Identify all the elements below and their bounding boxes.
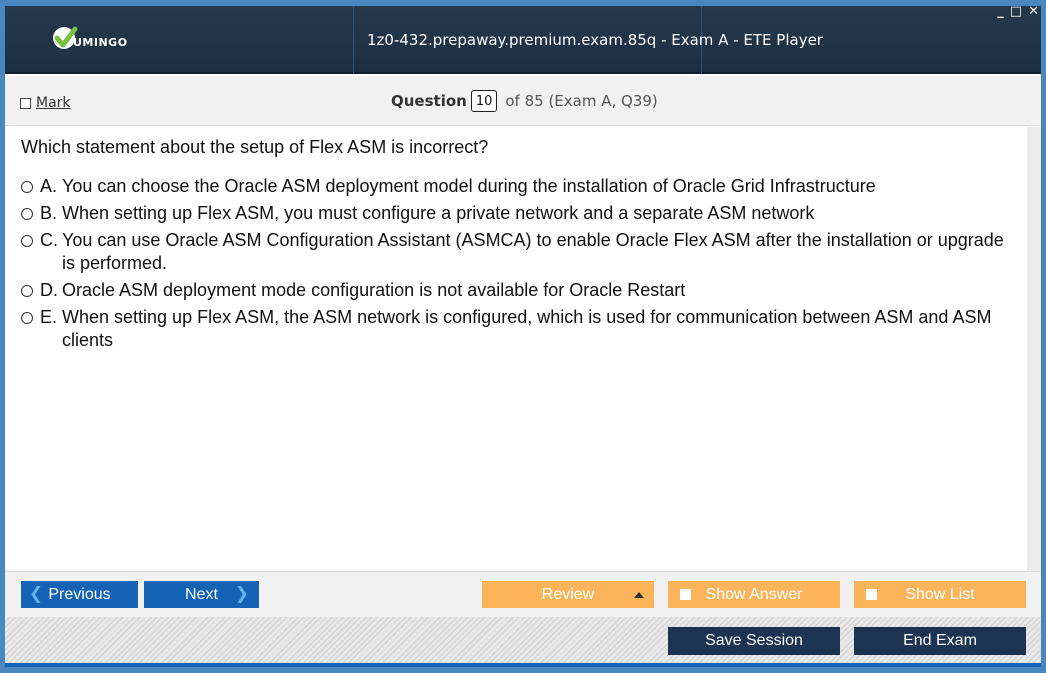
window-controls: _ □ ✕	[997, 6, 1039, 19]
answer-option-c[interactable]: C. You can use Oracle ASM Configuration …	[21, 229, 1011, 275]
minimize-icon[interactable]: _	[997, 6, 1004, 19]
option-letter: C.	[40, 230, 58, 250]
previous-label: Previous	[48, 585, 111, 603]
answer-option-d[interactable]: D. Oracle ASM deployment mode configurat…	[21, 279, 1011, 302]
answer-options: A. You can choose the Oracle ASM deploym…	[21, 175, 1011, 356]
end-exam-label: End Exam	[903, 632, 977, 649]
show-list-label: Show List	[905, 585, 975, 603]
radio-button[interactable]	[21, 285, 33, 297]
show-answer-button[interactable]: Show Answer	[668, 581, 840, 608]
option-text: You can choose the Oracle ASM deployment…	[62, 176, 876, 196]
radio-button[interactable]	[21, 181, 33, 193]
session-bar: Save Session End Exam	[5, 617, 1041, 667]
option-text: When setting up Flex ASM, you must confi…	[62, 203, 815, 223]
question-number-input[interactable]: 10	[470, 90, 498, 112]
checkbox-icon[interactable]	[680, 589, 691, 600]
checkbox-icon[interactable]	[20, 97, 31, 109]
title-separator	[353, 6, 354, 74]
question-total: of 85 (Exam A, Q39)	[505, 92, 658, 110]
save-session-label: Save Session	[705, 632, 803, 649]
review-label: Review	[541, 585, 595, 603]
maximize-icon[interactable]: □	[1010, 6, 1022, 19]
option-letter: E.	[40, 307, 58, 327]
bottom-accent-line	[5, 663, 1041, 667]
question-label: Question	[391, 92, 467, 110]
navigation-bar: ❮ Previous Next ❯ Review Show Answer Sho…	[5, 571, 1041, 617]
question-number-indicator: Question 10 of 85 (Exam A, Q39)	[391, 90, 658, 112]
window-title: 1z0-432.prepaway.premium.exam.85q - Exam…	[367, 31, 823, 49]
next-button[interactable]: Next ❯	[144, 581, 259, 608]
option-text: You can use Oracle ASM Configuration Ass…	[62, 230, 1004, 273]
radio-button[interactable]	[21, 312, 33, 324]
triangle-up-icon	[634, 592, 644, 598]
end-exam-button[interactable]: End Exam	[854, 627, 1026, 655]
option-text: When setting up Flex ASM, the ASM networ…	[62, 307, 992, 350]
next-label: Next	[185, 585, 218, 603]
checkbox-icon[interactable]	[866, 589, 877, 600]
radio-button[interactable]	[21, 208, 33, 220]
answer-option-a[interactable]: A. You can choose the Oracle ASM deploym…	[21, 175, 1011, 198]
title-bar: UMINGO 1z0-432.prepaway.premium.exam.85q…	[5, 6, 1041, 74]
option-letter: B.	[40, 203, 58, 223]
radio-button[interactable]	[21, 235, 33, 247]
show-answer-label: Show Answer	[705, 585, 803, 603]
mark-label: Mark	[36, 95, 71, 111]
chevron-right-icon: ❯	[234, 584, 249, 603]
chevron-left-icon: ❮	[29, 584, 44, 603]
option-text: Oracle ASM deployment mode configuration…	[62, 280, 686, 300]
show-list-button[interactable]: Show List	[854, 581, 1026, 608]
question-header: Mark Question 10 of 85 (Exam A, Q39)	[5, 76, 1041, 126]
option-letter: D.	[40, 280, 58, 300]
save-session-button[interactable]: Save Session	[668, 627, 840, 655]
answer-option-b[interactable]: B. When setting up Flex ASM, you must co…	[21, 202, 1011, 225]
review-button[interactable]: Review	[482, 581, 654, 608]
answer-option-e[interactable]: E. When setting up Flex ASM, the ASM net…	[21, 306, 1011, 352]
question-text: Which statement about the setup of Flex …	[21, 137, 489, 157]
question-content: Which statement about the setup of Flex …	[5, 127, 1027, 667]
option-letter: A.	[40, 176, 58, 196]
previous-button[interactable]: ❮ Previous	[21, 581, 138, 608]
vertical-scrollbar[interactable]	[1027, 127, 1041, 571]
app-window: UMINGO 1z0-432.prepaway.premium.exam.85q…	[5, 6, 1041, 667]
window-frame: UMINGO 1z0-432.prepaway.premium.exam.85q…	[0, 0, 1046, 673]
close-icon[interactable]: ✕	[1028, 6, 1039, 19]
mark-checkbox[interactable]: Mark	[20, 95, 71, 111]
logo-text: UMINGO	[73, 36, 128, 49]
vumingo-logo: UMINGO	[51, 24, 161, 56]
